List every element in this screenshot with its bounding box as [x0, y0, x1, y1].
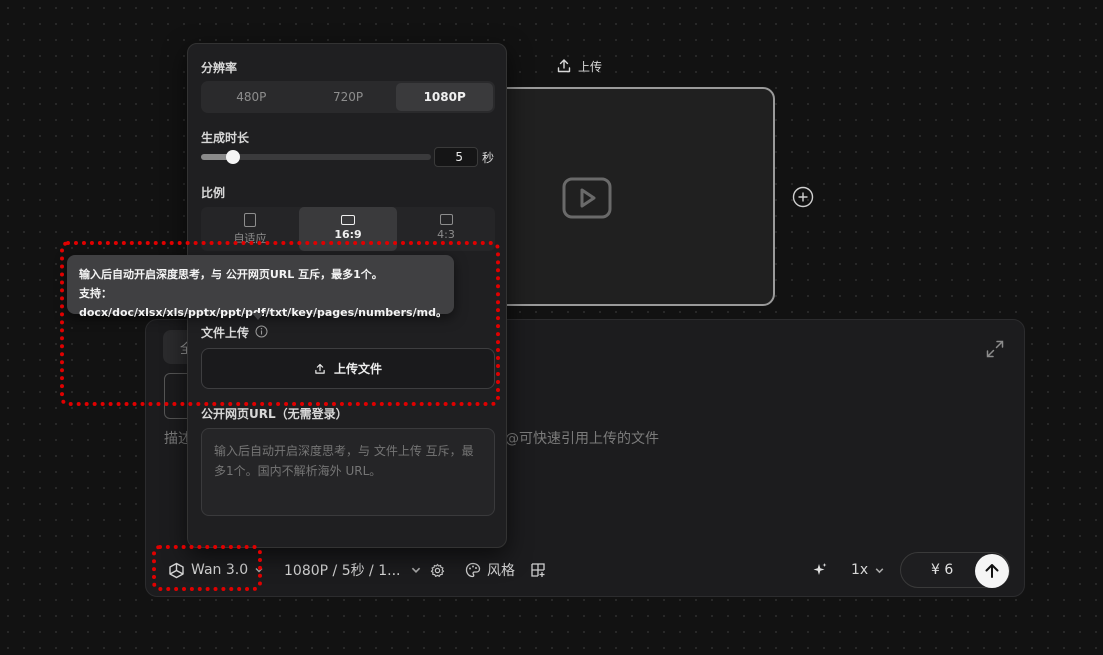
chevron-down-icon: [412, 567, 421, 573]
resolution-option-480p[interactable]: 480P: [203, 83, 300, 111]
ratio-option-label: 16:9: [334, 228, 362, 241]
resolution-option-1080p[interactable]: 1080P: [396, 83, 494, 111]
tooltip-line-1: 输入后自动开启深度思考，与 公开网页URL 互斥，最多1个。: [79, 268, 383, 281]
send-button[interactable]: [975, 554, 1009, 588]
play-icon: [562, 177, 612, 219]
ratio-16-9-icon: [341, 215, 355, 225]
expand-icon[interactable]: [985, 339, 1005, 359]
upload-icon: [557, 59, 571, 73]
tooltip-arrow: [252, 313, 264, 320]
ratio-option-label: 自适应: [233, 232, 267, 245]
model-selector[interactable]: Wan 3.0: [168, 557, 264, 583]
file-upload-tooltip: 输入后自动开启深度思考，与 公开网页URL 互斥，最多1个。 支持：docx/d…: [67, 255, 454, 319]
duration-slider-thumb[interactable]: [226, 150, 241, 164]
upload-file-label: 上传文件: [333, 362, 382, 376]
price-label: ¥ 6: [931, 562, 954, 578]
resolution-label: 分辨率: [201, 61, 238, 75]
ratio-option-16-9[interactable]: 16:9: [299, 207, 397, 251]
settings-summary: 1080P / 5秒 / 1...: [284, 563, 401, 579]
url-input[interactable]: [201, 428, 495, 516]
sparkle-icon[interactable]: [812, 562, 828, 578]
duration-unit: 秒: [482, 151, 495, 165]
model-logo-icon: [169, 562, 184, 578]
palette-icon: [465, 562, 481, 578]
style-button[interactable]: 风格: [465, 557, 515, 583]
ratio-option-label: 4:3: [437, 228, 455, 241]
generate-button[interactable]: ¥ 6: [900, 552, 1010, 588]
duration-input[interactable]: 5: [434, 147, 478, 167]
duration-label: 生成时长: [201, 131, 250, 145]
resolution-segmented-control: 480P 720P 1080P: [201, 81, 495, 113]
url-label: 公开网页URL（无需登录）: [201, 407, 348, 421]
arrow-up-icon: [985, 564, 999, 578]
chevron-down-icon: [255, 568, 263, 573]
chevron-down-icon: [875, 567, 884, 573]
ratio-4-3-icon: [439, 214, 453, 225]
top-upload-button[interactable]: 上传: [556, 54, 602, 78]
ratio-option-4-3[interactable]: 4:3: [397, 207, 495, 251]
upload-icon: [315, 363, 325, 374]
style-label: 风格: [487, 563, 515, 579]
upload-file-button[interactable]: 上传文件: [201, 348, 495, 389]
info-icon[interactable]: [255, 325, 268, 338]
duration-slider[interactable]: [201, 150, 431, 164]
ratio-adaptive-icon: [244, 213, 256, 227]
prompt-placeholder-end[interactable]: @可快速引用上传的文件: [505, 428, 659, 448]
top-upload-label: 上传: [578, 59, 603, 74]
speed-label: 1x: [851, 562, 869, 578]
gear-icon[interactable]: [430, 563, 445, 578]
ratio-option-adaptive[interactable]: 自适应: [201, 207, 299, 251]
model-name: Wan 3.0: [191, 562, 249, 578]
generation-settings-dropdown[interactable]: 1080P / 5秒 / 1...: [284, 557, 422, 583]
grid-plus-icon[interactable]: [530, 562, 546, 578]
ratio-segmented-control: 自适应 16:9 4:3: [201, 207, 495, 251]
plus-circle-icon[interactable]: [792, 186, 814, 208]
speed-selector[interactable]: 1x: [851, 557, 885, 583]
file-upload-label: 文件上传: [201, 326, 250, 340]
ratio-label: 比例: [201, 186, 226, 200]
resolution-option-720p[interactable]: 720P: [300, 83, 397, 111]
